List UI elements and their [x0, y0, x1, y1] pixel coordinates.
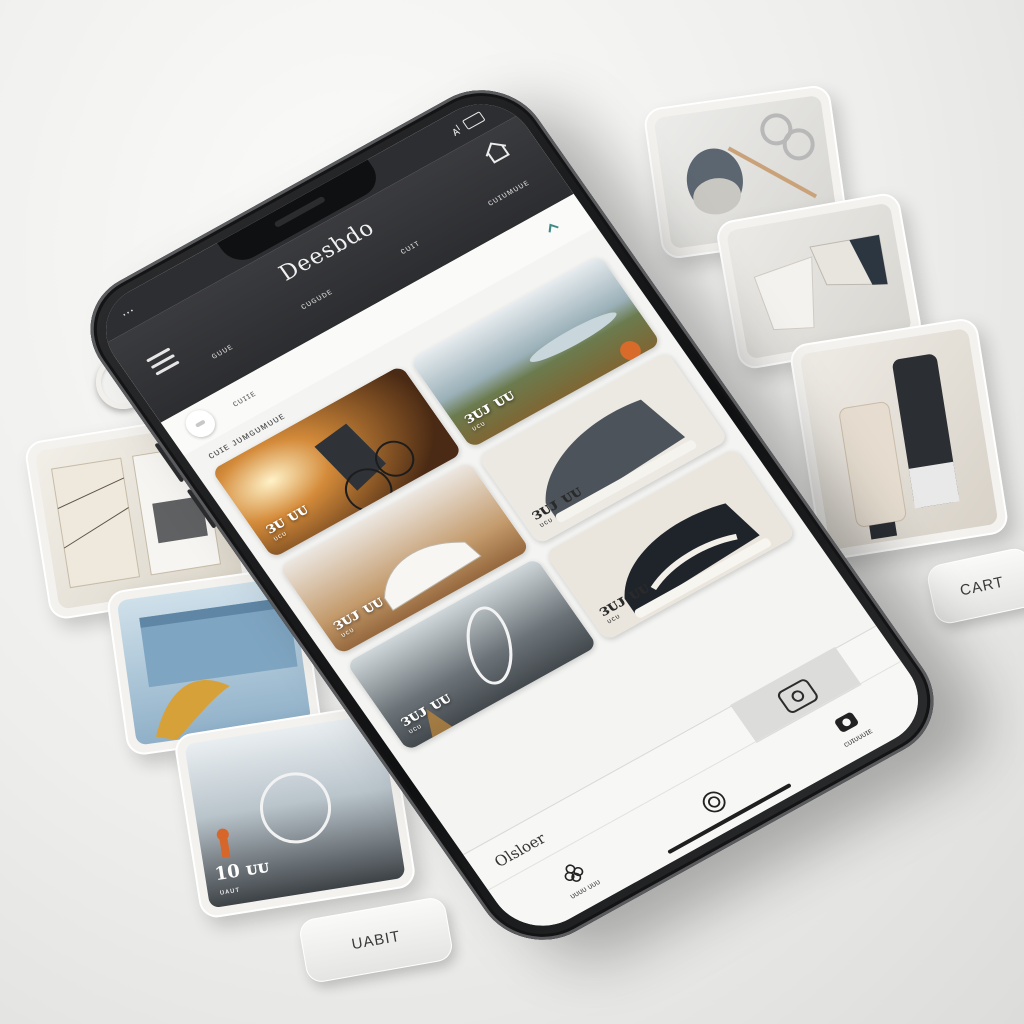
- scene: CART 10 ᴜᴜ ᴜᴀᴜᴛ UABIT ⋯ ᴀᴵ Deesbdo ɢᴜᴜᴇ …: [0, 0, 1024, 1024]
- tubes-illustration: [839, 354, 960, 540]
- carrier-text: ⋯: [117, 302, 138, 322]
- tab-target[interactable]: [697, 786, 732, 817]
- battery-icon: [461, 111, 486, 130]
- cart-pill[interactable]: CART: [924, 545, 1024, 627]
- chevron-up-icon[interactable]: [542, 218, 562, 236]
- signal-text: ᴀᴵ: [447, 122, 465, 139]
- phone-anchor: ⋯ ᴀᴵ Deesbdo ɢᴜᴜᴇ ᴄᴜɢᴜᴅᴇ ᴄᴜɪᴛ ᴄᴜɪᴜᴍᴜᴜᴇ ᴄ…: [65, 68, 959, 962]
- nav-tab-4[interactable]: ᴄᴜɪᴜᴍᴜᴜᴇ: [485, 177, 531, 208]
- nav-tab-2[interactable]: ᴄᴜɢᴜᴅᴇ: [298, 286, 334, 311]
- tab-flower[interactable]: ᴜᴜᴜᴜ ᴜᴜᴜ: [552, 855, 602, 901]
- nav-tab-3[interactable]: ᴄᴜɪᴛ: [398, 238, 422, 256]
- status-left: ⋯: [118, 303, 139, 322]
- nav-tab-1[interactable]: ɢᴜᴜᴇ: [209, 341, 235, 361]
- tab-camera[interactable]: ᴄᴜɪᴜᴜᴜɪᴇ: [826, 704, 874, 749]
- filter-label[interactable]: ᴄᴜɪɪᴇ: [230, 388, 258, 408]
- uabit-pill[interactable]: UABIT: [297, 895, 455, 985]
- target-icon: [702, 791, 726, 813]
- avatar[interactable]: [180, 405, 221, 442]
- tile-image: [799, 327, 999, 551]
